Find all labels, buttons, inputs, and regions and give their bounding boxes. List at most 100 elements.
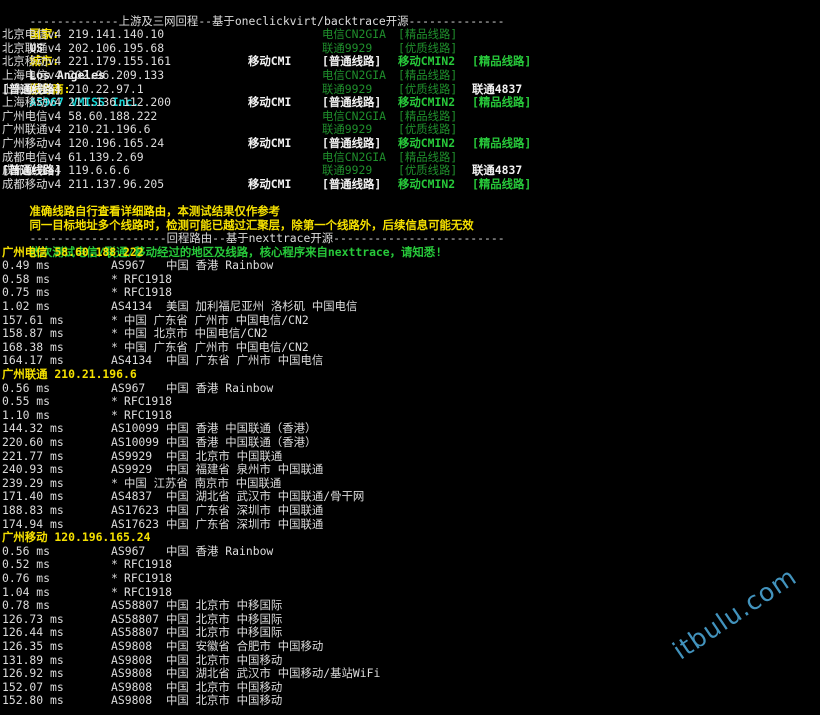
hop-latency: 126.73 ms: [2, 611, 64, 626]
hop-asn: AS9808: [111, 638, 153, 653]
hop-location: 中国 香港 Rainbow: [166, 380, 274, 395]
hop-location: 中国 北京市 中国联通: [166, 448, 283, 463]
hop-asn: AS9929: [111, 448, 153, 463]
hop-latency: 164.17 ms: [2, 353, 64, 368]
route-quality: [精品线路]: [472, 54, 532, 69]
hop-row: 171.40 ms AS4837 中国 湖北省 武汉市 中国联通/骨干网: [2, 490, 820, 504]
route-target: 北京移动v4 221.179.155.161: [2, 54, 172, 69]
hop-asn: AS967: [111, 380, 146, 395]
hop-latency: 171.40 ms: [2, 489, 64, 504]
hop-latency: 0.56 ms: [2, 543, 51, 558]
hop-asn: *: [111, 271, 118, 286]
hop-latency: 152.07 ms: [2, 679, 64, 694]
hop-row: 0.56 ms AS967 中国 香港 Rainbow: [2, 543, 820, 559]
hop-asn: *: [111, 339, 118, 354]
hop-location: 中国 福建省 泉州市 中国联通: [166, 462, 324, 477]
route-carrier: 移动CMI: [248, 135, 292, 150]
route-carrier: 移动CMIN2: [398, 54, 456, 69]
hop-location: 中国 北京市 中移国际: [166, 611, 283, 626]
trace-section: 广州移动 120.196.165.24 0.56 ms AS967 中国 香港 Rai…: [2, 530, 820, 708]
hop-location: 中国 北京市 中国移动: [166, 693, 283, 708]
backtrace-row: 上海移动v4 211.136.112.200 移动CMI [普通线路] 移动CMIN2…: [2, 96, 820, 110]
hop-asn: AS17623: [111, 502, 160, 517]
hop-latency: 126.44 ms: [2, 625, 64, 640]
hop-asn: AS58807: [111, 611, 160, 626]
hop-latency: 144.32 ms: [2, 421, 64, 436]
nexttrace-header-rule: --------------------回程路由--基于nexttrace开源-…: [2, 219, 820, 245]
hop-asn: AS58807: [111, 625, 160, 640]
backtrace-results: 北京电信v4 219.141.140.10 电信CN2GIA [精品线路] 北京联通v…: [2, 28, 820, 191]
route-carrier: [优质线路]: [398, 40, 458, 55]
backtrace-row: 北京移动v4 221.179.155.161 移动CMI [普通线路] 移动CMIN2…: [2, 55, 820, 69]
hop-row: 174.94 ms AS17623 中国 广东省 深圳市 中国联通: [2, 516, 820, 532]
hop-latency: 0.76 ms: [2, 570, 51, 585]
hop-asn: AS4134: [111, 353, 153, 368]
hop-location: 中国 江苏省 南京市 中国联通: [124, 475, 282, 490]
hop-row: 152.07 ms AS9808 中国 北京市 中国移动: [2, 679, 820, 695]
route-quality: [普通线路]: [322, 135, 382, 150]
hop-location: RFC1918: [124, 271, 173, 286]
route-quality: 电信CN2GIA: [322, 108, 386, 123]
hop-row: 158.87 ms * 中国 北京市 中国电信/CN2: [2, 327, 820, 341]
hop-latency: 0.58 ms: [2, 271, 51, 286]
route-target: 北京电信v4 219.141.140.10: [2, 27, 165, 42]
hop-asn: AS4837: [111, 489, 153, 504]
route-quality: 联通9929: [322, 40, 373, 55]
trace-section: 广州电信 58.60.188.222 0.49 ms AS967 中国 香港 Rain…: [2, 245, 820, 368]
hop-location: RFC1918: [124, 285, 173, 300]
route-quality: 联通9929: [322, 122, 373, 137]
hop-row: 0.75 ms * RFC1918: [2, 286, 820, 300]
hop-location: 中国 香港 Rainbow: [166, 543, 274, 558]
hop-row: 126.92 ms AS9808 中国 湖北省 武汉市 中国移动/基站WiFi: [2, 666, 820, 681]
route-quality: [精品线路]: [472, 95, 532, 110]
hop-latency: 0.75 ms: [2, 285, 51, 300]
hop-asn: AS9808: [111, 666, 153, 681]
route-carrier: 移动CMIN2: [398, 176, 456, 191]
hop-location: 中国 安徽省 合肥市 中国移动: [166, 638, 324, 653]
route-carrier: [精品线路]: [398, 67, 458, 82]
hop-asn: *: [111, 326, 118, 341]
hop-location: 中国 湖北省 武汉市 中国联通/骨干网: [166, 489, 365, 504]
hop-asn: AS17623: [111, 516, 160, 531]
route-target: 上海移动v4 211.136.112.200: [2, 95, 172, 110]
hop-latency: 1.04 ms: [2, 584, 51, 599]
hop-location: RFC1918: [124, 557, 173, 572]
hop-row: 1.04 ms * RFC1918: [2, 584, 820, 600]
route-target: 广州电信v4 58.60.188.222: [2, 108, 158, 123]
note-line-2: 同一目标地址多个线路时，检测可能已越过汇聚层，除第一个线路外，后续信息可能无效: [2, 205, 820, 232]
route-quality: 联通4837: [472, 163, 523, 178]
hop-latency: 174.94 ms: [2, 516, 64, 531]
hop-location: RFC1918: [124, 570, 173, 585]
hop-asn: AS9808: [111, 693, 153, 708]
location-info-line: 国家: US 城市: Los Angeles 服务商: AS967 VMISS …: [2, 15, 820, 109]
hop-latency: 168.38 ms: [2, 339, 64, 354]
trace-title: 广州联通 210.21.196.6: [2, 367, 137, 382]
route-carrier: 移动CMIN2: [398, 135, 456, 150]
route-carrier: 移动CMI: [248, 176, 292, 191]
hop-location: 中国 香港 Rainbow: [166, 258, 274, 273]
hop-row: 1.02 ms AS4134 美国 加利福尼亚州 洛杉矶 中国电信: [2, 299, 820, 314]
route-quality: 联通9929: [322, 81, 373, 96]
backtrace-row: 上海电信v4 202.96.209.133 电信CN2GIA [精品线路]: [2, 67, 820, 83]
hop-asn: AS4134: [111, 299, 153, 314]
hop-asn: *: [111, 285, 118, 300]
hop-location: RFC1918: [124, 394, 173, 409]
backtrace-header-rule: -------------上游及三网回程--基于oneclickvirt/bac…: [2, 1, 820, 28]
hop-row: 157.61 ms * 中国 广东省 广州市 中国电信/CN2: [2, 313, 820, 328]
backtrace-row: 上海联通v4 210.22.97.1 联通9929 [优质线路] 联通4837 [普通线…: [2, 81, 820, 97]
route-carrier: 移动CMIN2: [398, 95, 456, 110]
hop-row: 220.60 ms AS10099 中国 香港 中国联通（香港）: [2, 435, 820, 450]
hop-asn: *: [111, 394, 118, 409]
route-quality: [精品线路]: [472, 135, 532, 150]
route-quality: 电信CN2GIA: [322, 67, 386, 82]
note-line-1: 准确线路自行查看详细路由，本测试结果仅作参考: [2, 191, 820, 218]
hop-asn: AS9929: [111, 462, 153, 477]
route-quality: [普通线路]: [322, 176, 382, 191]
hop-latency: 0.56 ms: [2, 380, 51, 395]
hop-row: 0.52 ms * RFC1918: [2, 558, 820, 572]
hop-row: 0.56 ms AS967 中国 香港 Rainbow: [2, 380, 820, 396]
hop-location: 中国 广东省 广州市 中国电信: [166, 353, 324, 368]
hop-latency: 221.77 ms: [2, 448, 64, 463]
route-quality: [普通线路]: [322, 95, 382, 110]
route-target: 广州联通v4 210.21.196.6: [2, 122, 151, 137]
